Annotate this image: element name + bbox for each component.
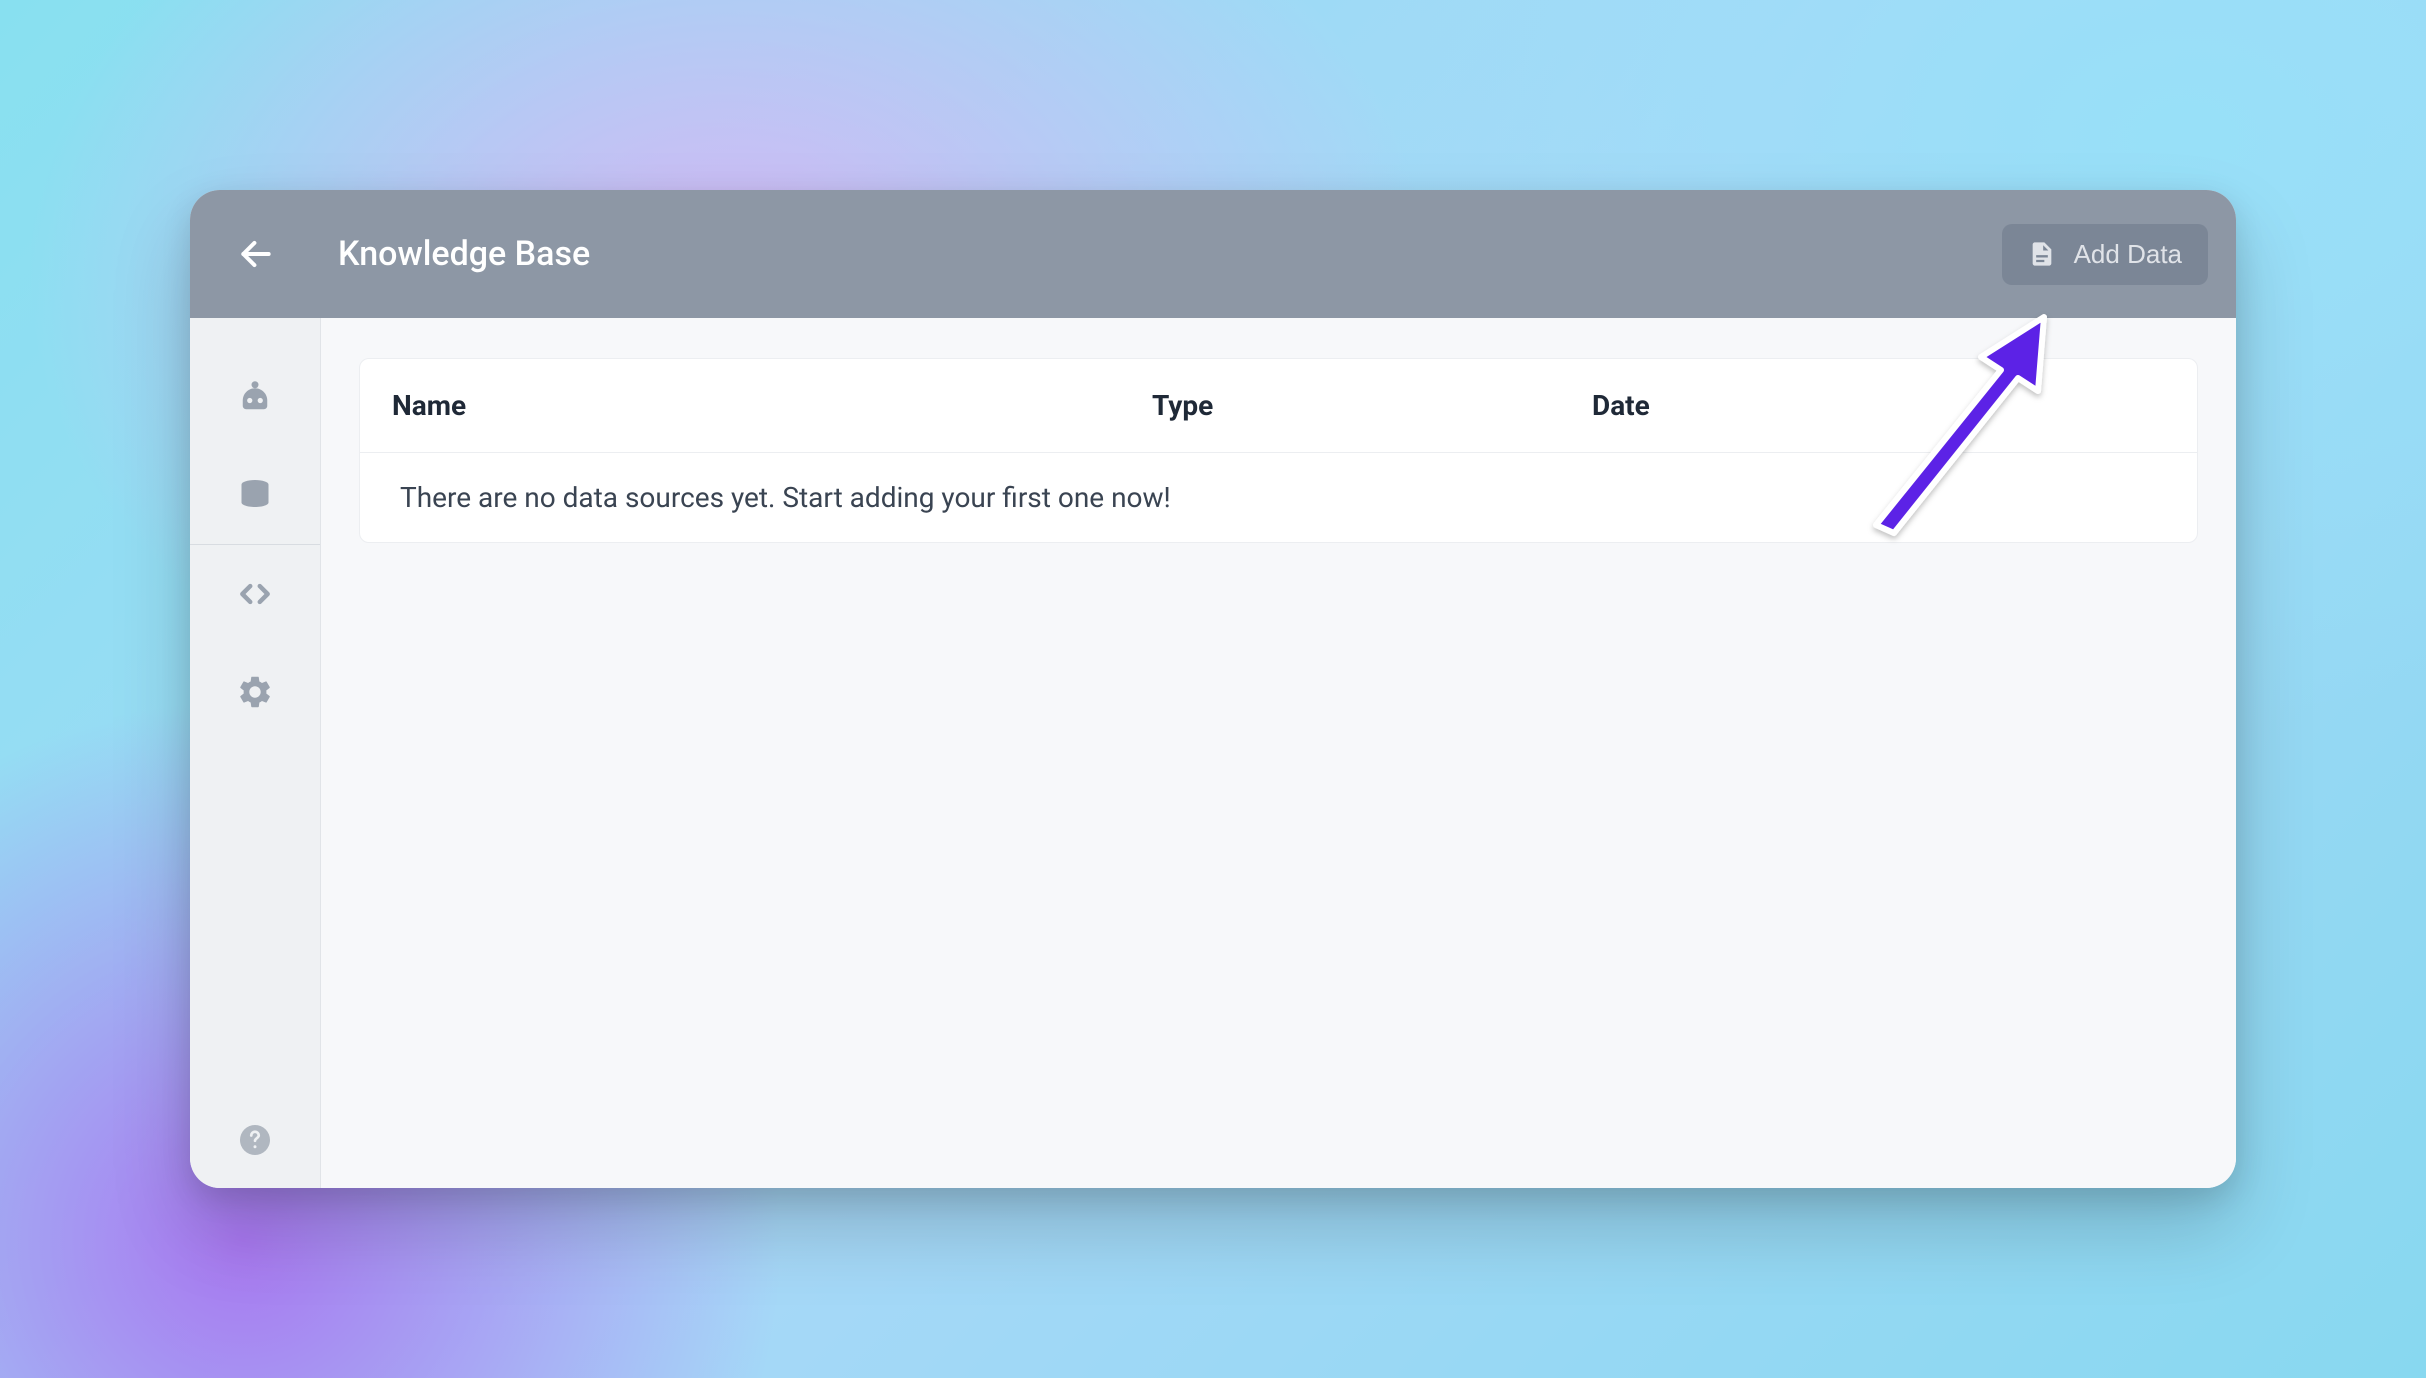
app-window: Knowledge Base Add Data xyxy=(190,190,2236,1188)
column-header-name: Name xyxy=(392,389,1152,422)
sidebar xyxy=(190,318,321,1188)
add-data-label: Add Data xyxy=(2074,239,2182,270)
page-title: Knowledge Base xyxy=(338,234,590,274)
robot-icon xyxy=(234,376,276,418)
add-data-button[interactable]: Add Data xyxy=(2002,224,2208,285)
back-button[interactable] xyxy=(218,190,293,318)
sidebar-item-database[interactable] xyxy=(190,446,320,544)
code-icon xyxy=(236,575,274,613)
help-icon xyxy=(237,1122,273,1158)
table-header: Name Type Date xyxy=(360,359,2197,453)
empty-state-message: There are no data sources yet. Start add… xyxy=(360,453,2197,542)
document-icon xyxy=(2028,240,2056,268)
sidebar-item-bot[interactable] xyxy=(190,348,320,446)
column-header-date: Date xyxy=(1592,389,2165,422)
gear-icon xyxy=(236,673,274,711)
header-bar: Knowledge Base Add Data xyxy=(190,190,2236,318)
database-icon xyxy=(237,477,273,513)
arrow-left-icon xyxy=(237,235,275,273)
sidebar-item-code[interactable] xyxy=(190,545,320,643)
body-area: Name Type Date There are no data sources… xyxy=(190,318,2236,1188)
column-header-type: Type xyxy=(1152,389,1592,422)
sidebar-item-settings[interactable] xyxy=(190,643,320,741)
main-content: Name Type Date There are no data sources… xyxy=(321,318,2236,1188)
data-sources-card: Name Type Date There are no data sources… xyxy=(359,358,2198,543)
sidebar-item-help[interactable] xyxy=(190,1122,320,1158)
